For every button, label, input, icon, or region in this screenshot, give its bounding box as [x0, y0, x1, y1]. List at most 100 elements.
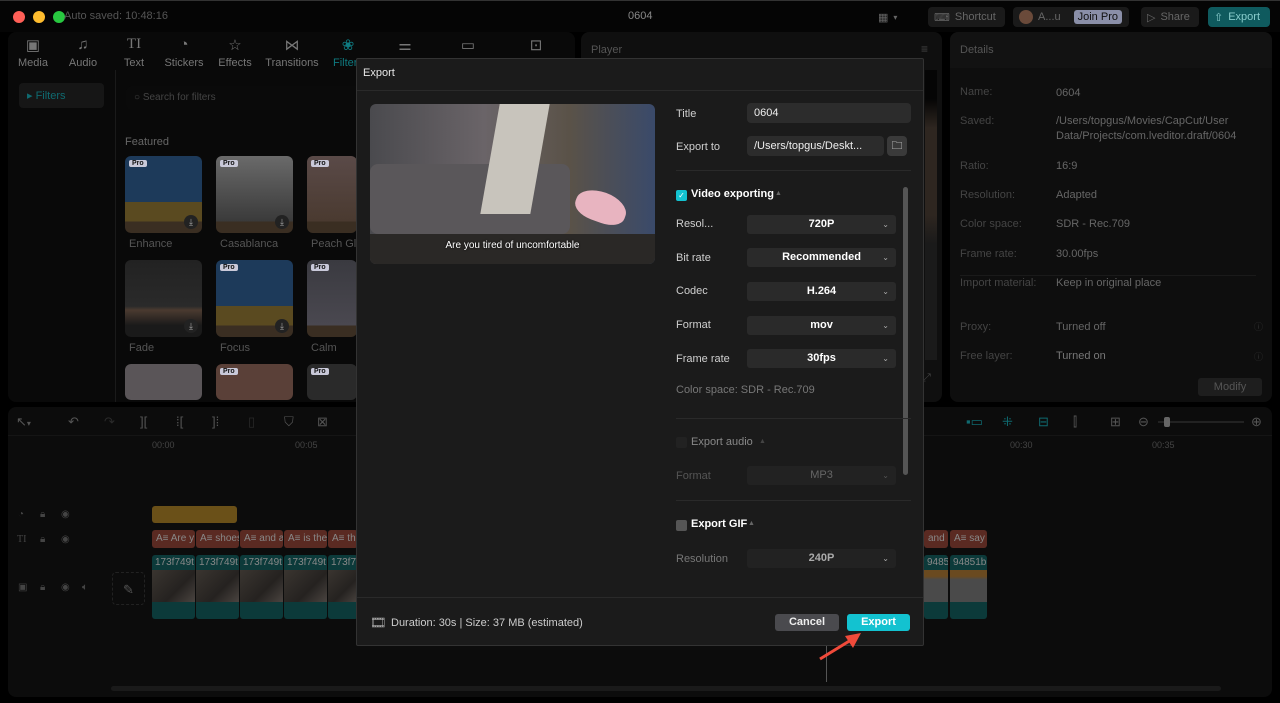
user-menu[interactable]: A...u Join Pro	[1013, 7, 1129, 27]
marker-icon[interactable]: ⛉	[284, 414, 294, 430]
preview-axis-icon[interactable]: ⊞	[1110, 414, 1121, 430]
join-pro-button[interactable]: Join Pro	[1073, 10, 1122, 24]
tab-avatar[interactable]: ⊡	[511, 36, 561, 57]
zoom-out-icon[interactable]: ⊖	[1138, 414, 1149, 430]
audio-format-select[interactable]: MP3 ⌄	[747, 466, 896, 485]
text-clip[interactable]: A≡ say	[950, 530, 987, 548]
help-icon[interactable]: ⓘ	[1254, 320, 1263, 333]
text-clip[interactable]: A≡ Are y	[152, 530, 195, 548]
eye-icon[interactable]: ◉	[61, 534, 70, 545]
tab-stickers[interactable]: ◔ Stickers	[159, 36, 209, 69]
collapse-icon[interactable]: ▲	[748, 520, 755, 527]
filter-search-input[interactable]: ○ Search for filters	[126, 86, 366, 110]
collapse-icon[interactable]: ▲	[759, 438, 766, 445]
download-icon[interactable]: ⤓	[275, 319, 289, 333]
align-icon[interactable]: ⫿	[1073, 414, 1077, 430]
resolution-select[interactable]: 720P ⌄	[747, 215, 896, 234]
delete-icon[interactable]: ▯	[248, 414, 255, 430]
text-clip[interactable]: A≡ and a	[240, 530, 283, 548]
split-left-icon[interactable]: ⁞[	[176, 414, 183, 429]
split-right-icon[interactable]: ]⁞	[212, 414, 219, 429]
tab-transitions[interactable]: ⋈ Transitions	[262, 36, 322, 69]
lock-icon[interactable]: 🔒︎	[40, 534, 45, 545]
undo-icon[interactable]: ↶	[68, 414, 79, 430]
shortcut-button[interactable]: ⌨ Shortcut	[928, 7, 1005, 27]
edit-cover-button[interactable]: ✎	[112, 572, 145, 605]
lock-icon[interactable]: 🔒︎	[40, 582, 45, 593]
frame-rate-select[interactable]: 30fps ⌄	[747, 349, 896, 368]
layout-button[interactable]: ▦ ▾	[872, 7, 903, 27]
auto-snap-icon[interactable]: ⁜	[1002, 414, 1013, 430]
collapse-icon[interactable]: ▲	[775, 190, 782, 197]
sticker-track-icon: ◔	[18, 509, 25, 520]
tab-text[interactable]: TI Text	[109, 36, 159, 69]
clip-label: and	[928, 533, 945, 544]
filter-thumb-calm[interactable]: Pro	[307, 260, 357, 337]
sticker-clip[interactable]	[152, 506, 237, 523]
video-clip[interactable]: 173f749t	[240, 555, 283, 619]
sidebar-item-filters[interactable]: ▸ Filters	[19, 83, 104, 108]
video-clip[interactable]: 173f749t	[284, 555, 327, 619]
eye-icon[interactable]: ◉	[61, 582, 70, 593]
tab-label: Transitions	[265, 57, 319, 69]
title-bar: Auto saved: 10:48:16 0604 ▦ ▾ ⌨ Shortcut A…	[0, 0, 1280, 32]
bitrate-select[interactable]: Recommended ⌄	[747, 248, 896, 267]
export-top-button[interactable]: ⇧ Export	[1208, 7, 1270, 27]
filter-thumb-fade[interactable]: ⤓	[125, 260, 202, 337]
close-window-button[interactable]	[13, 11, 25, 23]
filter-thumb-casablanca[interactable]: Pro ⤓	[216, 156, 293, 233]
share-button[interactable]: ▷ Share	[1141, 7, 1199, 27]
codec-select[interactable]: H.264 ⌄	[747, 282, 896, 301]
title-input[interactable]: 0604	[747, 103, 911, 123]
filter-thumb-enhance[interactable]: Pro ⤓	[125, 156, 202, 233]
lock-icon[interactable]: 🔒︎	[40, 509, 45, 520]
download-icon[interactable]: ⤓	[275, 215, 289, 229]
redo-icon[interactable]: ↷	[104, 414, 115, 430]
video-exporting-checkbox[interactable]: ✓	[676, 190, 687, 201]
text-clip[interactable]: A≡ shoes	[196, 530, 239, 548]
tab-adjustment[interactable]: ⚌	[380, 36, 430, 57]
zoom-slider[interactable]	[1158, 417, 1244, 427]
video-clip[interactable]: 94851b	[950, 555, 987, 619]
audio-mute-icon[interactable]: 🔈︎	[82, 582, 88, 593]
tab-templates[interactable]: ▭	[443, 36, 493, 57]
auto-caption-icon[interactable]: ⊠	[317, 414, 328, 430]
split-icon[interactable]: ][	[140, 414, 147, 429]
export-audio-checkbox[interactable]	[676, 437, 687, 448]
filter-thumb[interactable]	[125, 364, 202, 400]
video-clip[interactable]: 173f749t	[196, 555, 239, 619]
tab-effects[interactable]: ☆ Effects	[210, 36, 260, 69]
gif-resolution-select[interactable]: 240P ⌄	[747, 549, 896, 568]
filter-thumb[interactable]: Pro	[216, 364, 293, 400]
tab-audio[interactable]: ♫ Audio	[58, 36, 108, 69]
browse-folder-button[interactable]: 🗀︎	[887, 136, 907, 156]
timeline-scrollbar[interactable]	[111, 686, 1221, 691]
download-icon[interactable]: ⤓	[184, 215, 198, 229]
text-clip[interactable]: and	[924, 530, 948, 548]
eye-icon[interactable]: ◉	[61, 509, 70, 520]
video-clip[interactable]: 173f7	[328, 555, 358, 619]
video-clip[interactable]: 173f749t	[152, 555, 195, 619]
export-gif-checkbox[interactable]	[676, 520, 687, 531]
minimize-window-button[interactable]	[33, 11, 45, 23]
tab-media[interactable]: ▣ Media	[8, 36, 58, 69]
filter-thumb-peach-glow[interactable]: Pro	[307, 156, 357, 233]
magnet-icon[interactable]: ▪▭	[966, 414, 983, 430]
menu-icon[interactable]: ≡	[921, 42, 928, 56]
format-select[interactable]: mov ⌄	[747, 316, 896, 335]
filter-thumb[interactable]: Pro	[307, 364, 357, 400]
text-clip[interactable]: A≡ th	[328, 530, 358, 548]
zoom-in-icon[interactable]: ⊕	[1251, 414, 1262, 430]
time-tick: 00:30	[1010, 440, 1033, 450]
modify-button[interactable]: Modify	[1198, 378, 1262, 396]
text-clip[interactable]: A≡ is the	[284, 530, 327, 548]
select-tool-icon[interactable]: ↖▾	[16, 414, 31, 430]
settings-scrollbar[interactable]	[903, 187, 908, 475]
filter-thumb-focus[interactable]: Pro ⤓	[216, 260, 293, 337]
download-icon[interactable]: ⤓	[184, 319, 198, 333]
help-icon[interactable]: ⓘ	[1254, 350, 1263, 363]
video-clip[interactable]: 94851b	[924, 555, 948, 619]
export-path-input[interactable]: /Users/topgus/Deskt...	[747, 136, 884, 156]
zoom-slider-handle[interactable]	[1164, 417, 1170, 427]
link-icon[interactable]: ⊟	[1038, 414, 1049, 430]
